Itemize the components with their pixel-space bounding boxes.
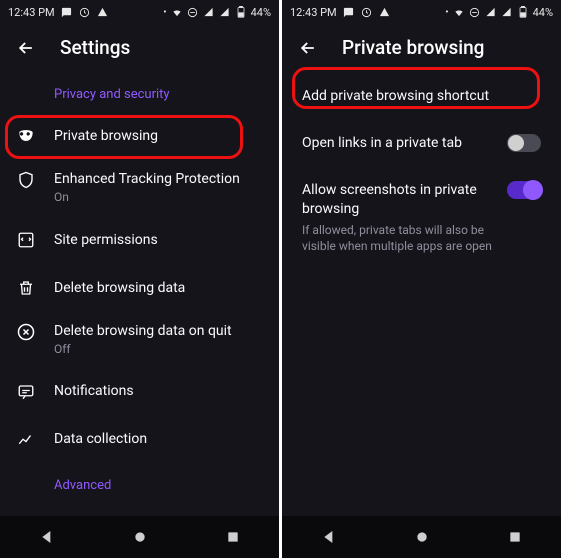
back-button[interactable] (298, 38, 318, 58)
status-bar: 12:43 PM • 44% (282, 0, 561, 24)
header: Settings (0, 24, 279, 73)
page-title: Settings (60, 36, 130, 59)
trash-icon (16, 278, 36, 298)
chart-icon (16, 430, 36, 450)
item-label: Open links in a private tab (302, 134, 493, 153)
warning-icon (379, 6, 391, 18)
item-sub: On (54, 190, 263, 206)
item-delete-data[interactable]: Delete browsing data (0, 264, 279, 312)
item-add-shortcut[interactable]: Add private browsing shortcut (282, 73, 561, 120)
item-label: Notifications (54, 382, 263, 400)
signal2-icon (501, 6, 513, 18)
item-label: Data collection (54, 430, 263, 448)
item-allow-screenshots[interactable]: Allow screenshots in private browsing If… (282, 167, 561, 268)
shield-icon (16, 170, 36, 190)
nav-back[interactable] (36, 526, 58, 548)
nav-recent[interactable] (504, 526, 526, 548)
status-time: 12:43 PM (290, 6, 337, 19)
item-notifications[interactable]: Notifications (0, 368, 279, 416)
nav-bar (0, 516, 279, 558)
item-sub: Off (54, 342, 263, 358)
warning-icon (97, 6, 109, 18)
dot-icon: • (445, 7, 448, 18)
status-time: 12:43 PM (8, 6, 55, 19)
item-private-browsing[interactable]: Private browsing (0, 112, 279, 160)
nav-home[interactable] (411, 526, 433, 548)
signal-icon (485, 6, 497, 18)
item-label: Delete browsing data on quit (54, 322, 263, 340)
item-label: Private browsing (54, 127, 263, 145)
item-data-collection[interactable]: Data collection (0, 416, 279, 464)
dot-icon: • (163, 7, 166, 18)
permissions-icon (16, 230, 36, 250)
battery-icon (517, 6, 529, 18)
message-icon (343, 6, 355, 18)
toggle-screenshots[interactable] (507, 181, 541, 199)
toggle-open-links[interactable] (507, 134, 541, 152)
battery-pct: 44% (251, 6, 271, 19)
item-label: Enhanced Tracking Protection (54, 170, 263, 188)
section-privacy: Privacy and security (0, 73, 279, 112)
nav-bar (282, 516, 561, 558)
back-button[interactable] (16, 38, 36, 58)
nav-home[interactable] (129, 526, 151, 548)
section-advanced: Advanced (0, 464, 279, 503)
dnd-icon (187, 6, 199, 18)
nav-recent[interactable] (222, 526, 244, 548)
battery-pct: 44% (533, 6, 553, 19)
wifi-icon (453, 6, 465, 18)
item-etp[interactable]: Enhanced Tracking Protection On (0, 160, 279, 216)
signal2-icon (219, 6, 231, 18)
item-label: Delete browsing data (54, 279, 263, 297)
item-sub: If allowed, private tabs will also be vi… (302, 222, 492, 254)
clock-icon (361, 6, 373, 18)
item-open-links[interactable]: Open links in a private tab (282, 120, 561, 167)
chat-icon (16, 382, 36, 402)
wifi-icon (171, 6, 183, 18)
item-label: Add private browsing shortcut (302, 87, 541, 106)
settings-screen: 12:43 PM • 44% Settings Privacy and secu… (0, 0, 279, 558)
item-delete-quit[interactable]: Delete browsing data on quit Off (0, 312, 279, 368)
dnd-icon (469, 6, 481, 18)
item-label: Allow screenshots in private browsing (302, 181, 493, 219)
mask-icon (16, 126, 36, 146)
battery-icon (235, 6, 247, 18)
item-site-permissions[interactable]: Site permissions (0, 216, 279, 264)
clock-icon (79, 6, 91, 18)
signal-icon (203, 6, 215, 18)
private-browsing-screen: 12:43 PM • 44% Private browsing Add priv… (282, 0, 561, 558)
message-icon (61, 6, 73, 18)
status-bar: 12:43 PM • 44% (0, 0, 279, 24)
close-circle-icon (16, 322, 36, 342)
item-label: Site permissions (54, 231, 263, 249)
header: Private browsing (282, 24, 561, 73)
page-title: Private browsing (342, 36, 484, 59)
nav-back[interactable] (318, 526, 340, 548)
